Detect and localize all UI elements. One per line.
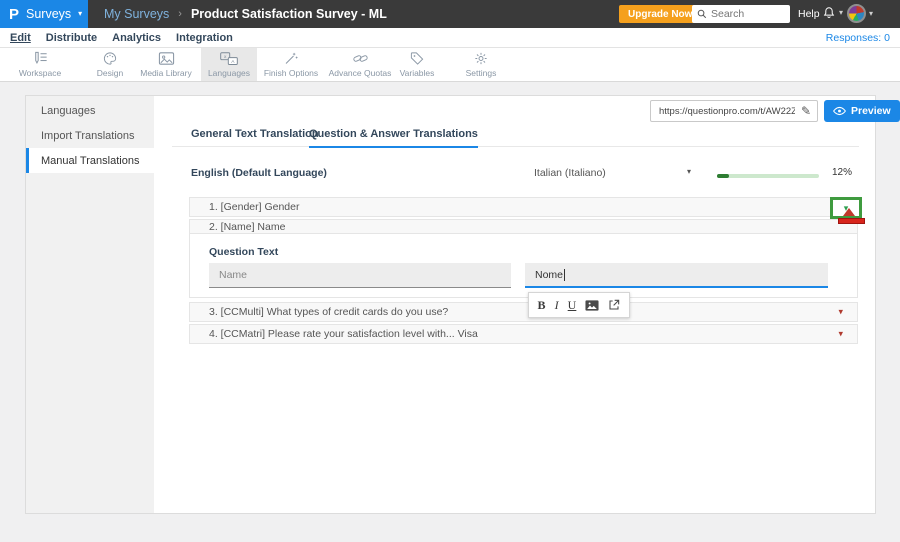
translation-input[interactable]: Nome — [525, 263, 828, 288]
survey-title: Product Satisfaction Survey - ML — [190, 7, 387, 21]
format-toolbar: B I U — [528, 292, 630, 318]
breadcrumb-my-surveys[interactable]: My Surveys — [104, 7, 169, 21]
sidebar-item-manual-translations[interactable]: Manual Translations — [26, 148, 154, 173]
target-language-select[interactable]: Italian (Italiano) — [534, 167, 606, 179]
translations-card: Languages Import Translations Manual Tra… — [25, 95, 876, 514]
translation-editor-panel: Question Text Name Nome — [189, 234, 858, 298]
toolbar-settings[interactable]: Settings — [449, 48, 513, 81]
toolbar-workspace[interactable]: Workspace — [8, 48, 72, 81]
chevron-down-icon: ▾ — [78, 9, 83, 18]
translation-progress-fill — [717, 174, 730, 178]
expand-caret-icon[interactable]: ▾ — [838, 307, 843, 318]
global-search[interactable] — [692, 5, 790, 23]
source-language-label: English (Default Language) — [191, 167, 327, 179]
tag-icon — [410, 52, 424, 65]
source-text-field: Name — [209, 263, 511, 288]
section-nav: Edit Distribute Analytics Integration Re… — [0, 28, 900, 48]
edit-toolbar: Workspace Design Media Library xA Langua… — [0, 48, 900, 122]
search-icon — [697, 9, 707, 19]
nav-analytics[interactable]: Analytics — [112, 32, 161, 44]
upgrade-now-button[interactable]: Upgrade Now — [619, 5, 702, 23]
chevron-down-icon[interactable]: ▾ — [687, 168, 691, 176]
edit-url-icon[interactable]: ✎ — [795, 101, 817, 121]
product-switcher[interactable]: P Surveys ▾ — [0, 0, 88, 28]
tab-divider — [172, 146, 859, 147]
notifications-menu[interactable]: ▾ — [822, 5, 843, 21]
nav-edit[interactable]: Edit — [10, 32, 31, 44]
breadcrumb-separator-icon: › — [178, 8, 182, 20]
insert-image-icon — [585, 299, 599, 311]
insert-image-button[interactable] — [585, 299, 599, 311]
collapse-caret-icon[interactable] — [843, 208, 855, 216]
translate-icon: xA — [220, 51, 238, 65]
breadcrumb: My Surveys › Product Satisfaction Survey… — [104, 0, 387, 28]
question-title: 3. [CCMulti] What types of credit cards … — [209, 306, 449, 318]
image-icon — [158, 52, 174, 65]
product-menu-label: Surveys — [26, 7, 72, 21]
open-external-button[interactable] — [608, 299, 620, 311]
tab-general-text-translation[interactable]: General Text Translation — [191, 128, 319, 146]
palette-icon — [103, 52, 117, 65]
expand-caret-icon[interactable]: ▾ — [838, 329, 843, 340]
search-input[interactable] — [711, 8, 783, 20]
red-underline-annotation — [838, 218, 865, 224]
bell-icon — [823, 7, 835, 18]
underline-button[interactable]: U — [568, 299, 577, 311]
survey-url-box: https://questionpro.com/t/AW22Zd1S1 ✎ — [650, 100, 818, 122]
nav-integration[interactable]: Integration — [176, 32, 233, 44]
toolbar-media-library[interactable]: Media Library — [131, 48, 201, 81]
toolbar-finish-options[interactable]: Finish Options — [255, 48, 327, 81]
question-row-name[interactable]: 2. [Name] Name — [189, 208, 865, 234]
toolbar-variables[interactable]: Variables — [385, 48, 449, 81]
question-row-ccmulti[interactable]: 3. [CCMulti] What types of credit cards … — [189, 302, 858, 322]
sidebar-item-languages[interactable]: Languages — [26, 98, 154, 123]
chevron-down-icon: ▾ — [869, 8, 874, 18]
text-cursor — [564, 268, 566, 281]
italic-button[interactable]: I — [555, 299, 559, 311]
question-row-gender[interactable]: 1. [Gender] Gender ▾ — [189, 197, 862, 219]
question-title: 4. [CCMatri] Please rate your satisfacti… — [209, 328, 478, 340]
question-title: 2. [Name] Name — [209, 220, 286, 233]
help-link[interactable]: Help — [798, 8, 820, 20]
workspace-icon — [34, 51, 47, 65]
account-menu[interactable]: ▾ — [847, 4, 873, 23]
external-link-icon — [609, 299, 620, 310]
sidebar-item-import-translations[interactable]: Import Translations — [26, 123, 154, 148]
translation-value: Nome — [535, 268, 564, 281]
eye-icon — [833, 106, 846, 116]
translations-sidebar: Languages Import Translations Manual Tra… — [26, 96, 154, 513]
nav-distribute[interactable]: Distribute — [46, 32, 97, 44]
wand-icon — [285, 52, 298, 64]
toolbar-languages[interactable]: xA Languages — [201, 48, 257, 81]
responses-count[interactable]: Responses: 0 — [826, 32, 890, 44]
preview-button[interactable]: Preview — [824, 100, 900, 122]
gear-icon — [475, 52, 487, 65]
avatar — [847, 4, 866, 23]
chevron-down-icon: ▾ — [839, 8, 844, 17]
translation-progress-percent: 12% — [832, 167, 853, 178]
questionpro-app: P Surveys ▾ My Surveys › Product Satisfa… — [0, 0, 900, 542]
translation-progress-bar — [717, 174, 819, 178]
top-header: P Surveys ▾ My Surveys › Product Satisfa… — [0, 0, 900, 28]
question-row-ccmatri[interactable]: 4. [CCMatri] Please rate your satisfacti… — [189, 324, 858, 344]
chain-links-icon — [352, 55, 368, 62]
question-text-label: Question Text — [209, 246, 279, 258]
questionpro-logo-icon: P — [9, 5, 20, 23]
survey-url[interactable]: https://questionpro.com/t/AW22Zd1S1 — [651, 106, 795, 117]
bold-button[interactable]: B — [538, 299, 546, 311]
question-title: 1. [Gender] Gender — [209, 201, 300, 213]
tab-question-answer-translations[interactable]: Question & Answer Translations — [309, 128, 478, 148]
preview-label: Preview — [851, 105, 891, 117]
